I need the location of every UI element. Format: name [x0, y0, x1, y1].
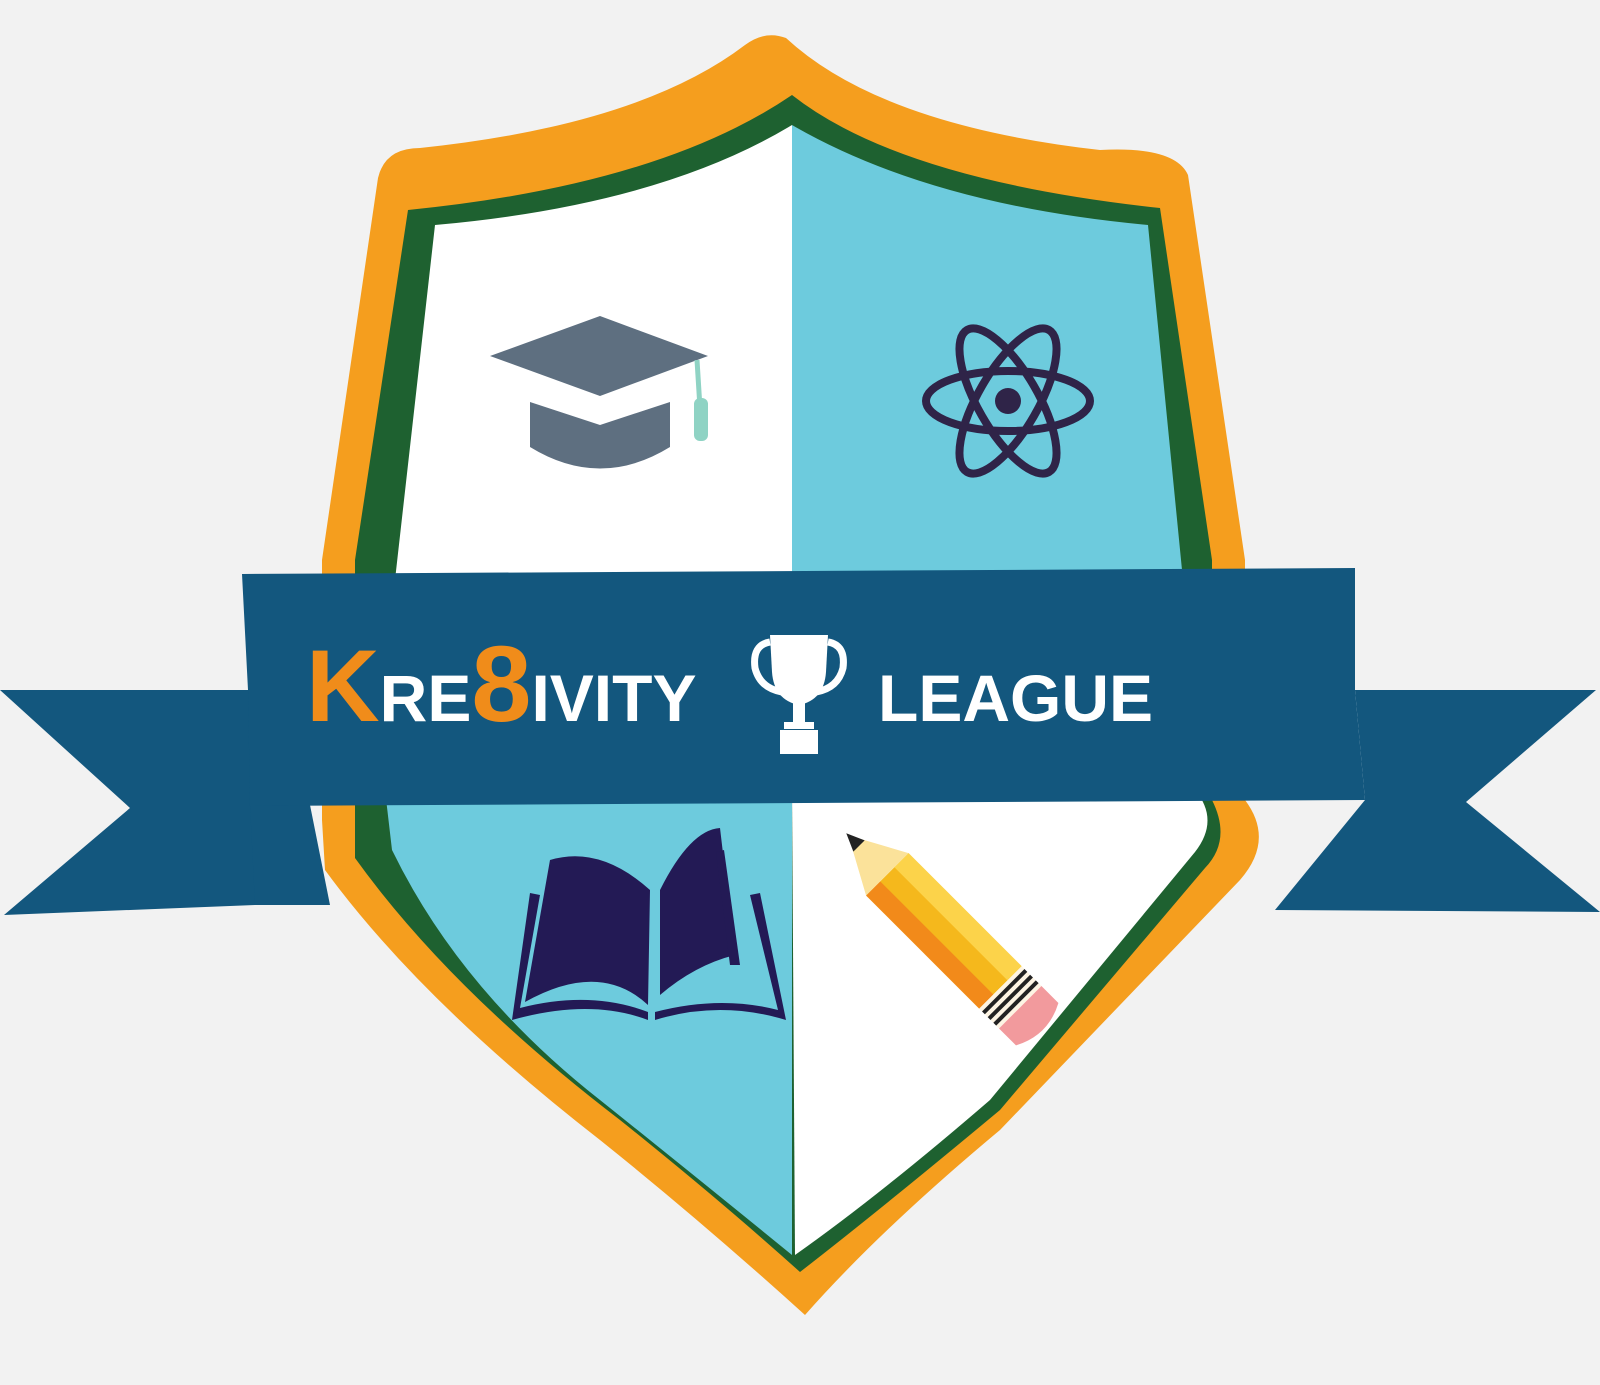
logo-initial: K: [306, 629, 380, 743]
crest-graphic: KRE8IVITY LEAGUE: [0, 35, 1600, 1315]
ribbon-left-tail: [0, 690, 255, 915]
logo-digit: 8: [471, 623, 531, 744]
logo-suffix-text: LEAGUE: [878, 661, 1153, 735]
logo-part2: IVITY: [531, 661, 696, 735]
ribbon-left-fold: [250, 805, 330, 905]
logo-part1: RE: [380, 661, 472, 735]
crest-logo: KRE8IVITY LEAGUE: [0, 0, 1600, 1385]
